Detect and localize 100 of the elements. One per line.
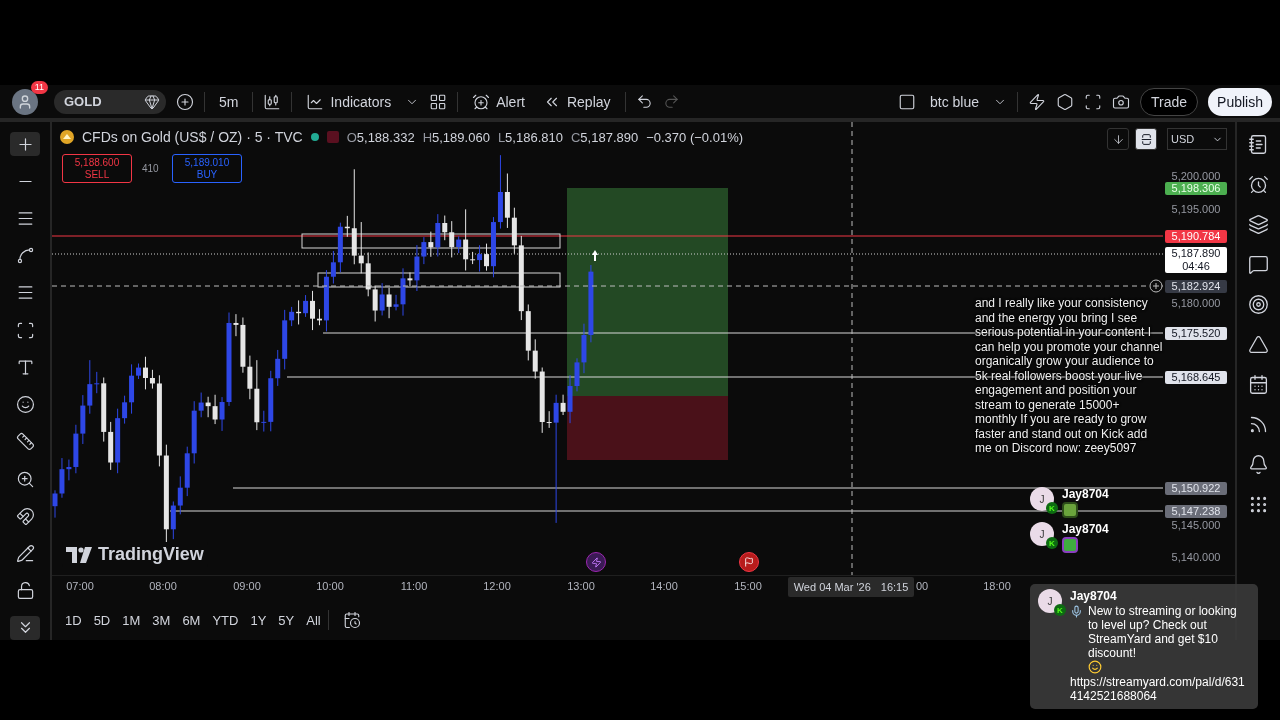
undo-icon[interactable] xyxy=(635,93,653,110)
bell-icon[interactable] xyxy=(1248,454,1269,475)
crosshair-time-label: Wed 04 Mar '26 16:15 xyxy=(788,577,914,598)
chat-message: New to streaming or looking to level up? Check out StreamYard and get $10 discount! xyxy=(1088,604,1238,660)
last-price-label: 5,187.890 04:46 xyxy=(1165,247,1227,273)
checkbox-icon[interactable] xyxy=(897,92,916,111)
plus-circle-icon[interactable] xyxy=(1149,279,1163,293)
range-button[interactable]: All xyxy=(301,608,326,632)
currency-select[interactable]: USD xyxy=(1167,128,1227,150)
chat-username: Jay8704 xyxy=(1070,589,1118,603)
status-icon xyxy=(326,131,339,143)
chat-link[interactable]: https://streamyard.com/pal/d/6314142521688064 xyxy=(1070,675,1250,703)
candles-icon[interactable] xyxy=(263,92,282,111)
platform-badge: K xyxy=(1054,604,1066,616)
avatar-letter: J xyxy=(1039,493,1045,505)
range-button[interactable]: 5Y xyxy=(273,608,300,632)
buy-button[interactable]: 5,189.010 BUY xyxy=(172,154,242,183)
box-outline[interactable] xyxy=(317,272,561,288)
price-label: 5,195.000 xyxy=(1170,202,1222,216)
range-button[interactable]: 1D xyxy=(60,608,87,632)
price-label: 5,182.924 xyxy=(1165,279,1227,293)
range-button[interactable]: 3M xyxy=(147,608,176,632)
symbol-name: GOLD xyxy=(64,94,102,109)
avatar-letter: J xyxy=(1047,595,1053,607)
range-button[interactable]: 1Y xyxy=(245,608,272,632)
shape-icon[interactable] xyxy=(15,320,35,340)
signal-icon[interactable] xyxy=(1248,414,1269,435)
price-label: 5,180.000 xyxy=(1170,296,1222,310)
alarm-clock-icon[interactable] xyxy=(1248,174,1269,195)
brand-name: TradingView xyxy=(98,544,204,565)
arrow-marker-icon xyxy=(592,250,598,261)
sell-button[interactable]: 5,188.600 SELL xyxy=(62,154,132,183)
flag-event-icon[interactable] xyxy=(739,552,759,572)
emote-icon xyxy=(1062,502,1078,518)
alarm-clock-icon[interactable] xyxy=(472,92,491,111)
layout-name-button[interactable]: btc blue xyxy=(925,91,983,112)
range-button[interactable]: 1M xyxy=(117,608,146,632)
person-icon xyxy=(17,93,33,110)
logo-icon xyxy=(66,546,92,563)
range-button[interactable]: 6M xyxy=(177,608,206,632)
time-label: 07:00 xyxy=(66,580,94,593)
time-label: 11:00 xyxy=(400,580,428,593)
ohlc-value: C5,187.890 xyxy=(570,129,639,145)
ohlc-value: O5,188.332 xyxy=(346,129,415,145)
box-outline[interactable] xyxy=(301,233,561,249)
unlock-icon[interactable] xyxy=(15,581,35,601)
chart-line-icon[interactable] xyxy=(306,92,325,111)
chat-username: Jay8704 xyxy=(1062,487,1109,501)
target-icon[interactable] xyxy=(1248,294,1269,315)
alert-button[interactable]: Alert xyxy=(468,90,529,113)
watchlist-icon[interactable] xyxy=(1248,134,1269,155)
range-button[interactable]: 5D xyxy=(88,608,116,632)
price-label: 5,150.922 xyxy=(1165,481,1227,495)
interval-button[interactable]: 5m xyxy=(215,91,243,112)
price-label: 5,140.000 xyxy=(1170,550,1222,564)
time-label: 14:00 xyxy=(650,580,678,593)
lightning-event-icon[interactable] xyxy=(586,552,606,572)
add-symbol-icon[interactable] xyxy=(176,92,194,111)
ruler-icon[interactable] xyxy=(15,432,35,452)
price-label: 5,147.238 xyxy=(1165,504,1227,518)
time-label: 13:00 xyxy=(567,580,595,593)
calendar-icon[interactable] xyxy=(342,611,361,630)
publish-button[interactable]: Publish xyxy=(1208,87,1272,116)
fullscreen-icon[interactable] xyxy=(1084,92,1102,111)
price-label: 5,198.306 xyxy=(1165,181,1227,195)
avatar[interactable] xyxy=(12,88,38,115)
price-label: 5,200.000 xyxy=(1170,169,1222,183)
platform-badge: K xyxy=(1046,502,1058,514)
symbol-title: CFDs on Gold (US$ / OZ) · 5 · TVC xyxy=(82,129,303,145)
time-label: 10:00 xyxy=(316,580,344,593)
range-button[interactable]: YTD xyxy=(207,608,244,632)
time-label: 09:00 xyxy=(233,580,261,593)
camera-icon[interactable] xyxy=(1112,92,1130,111)
symbol-search[interactable]: GOLD xyxy=(54,89,166,114)
calendar-icon[interactable] xyxy=(1248,374,1269,395)
zoom-in-icon[interactable] xyxy=(15,469,35,489)
coin-icon xyxy=(60,130,74,144)
layers-icon[interactable] xyxy=(1248,214,1269,235)
diamond-icon[interactable] xyxy=(144,93,160,110)
time-label: 12:00 xyxy=(483,580,511,593)
chat-message: and I really like your consistency and the energy you bring I see serious potential in your content I can help you promote your channel organically grow your audience to 5k real followers boost your live engagement and position your stream to generate 15000+ monthly If you are ready to grow faster and stand out on Kick add me on Discord now: zeey5097 xyxy=(975,296,1163,456)
smiley-icon xyxy=(1088,660,1102,674)
smiley-icon[interactable] xyxy=(15,395,35,415)
magnet-icon[interactable] xyxy=(15,506,35,526)
chat-icon[interactable] xyxy=(1248,254,1269,275)
price-label: 5,145.000 xyxy=(1170,518,1222,532)
replay-button[interactable]: Replay xyxy=(538,90,615,113)
price-change: −0.370 (−0.01%) xyxy=(646,129,744,145)
indicators-button[interactable]: Indicators xyxy=(302,90,396,113)
emote-icon xyxy=(1062,537,1078,553)
price-label: 5,190.784 xyxy=(1165,229,1227,243)
spread-value: 410 xyxy=(142,163,160,174)
layout-grid-icon[interactable] xyxy=(429,92,448,111)
trade-button[interactable]: Trade xyxy=(1140,87,1199,116)
scale-toggle-button[interactable] xyxy=(1135,128,1157,150)
long-position-drawing[interactable] xyxy=(567,188,728,460)
avatar-letter: J xyxy=(1039,528,1045,540)
chat-username: Jay8704 xyxy=(1062,522,1109,536)
apps-icon[interactable] xyxy=(1248,494,1269,515)
redo-icon[interactable] xyxy=(662,93,680,110)
